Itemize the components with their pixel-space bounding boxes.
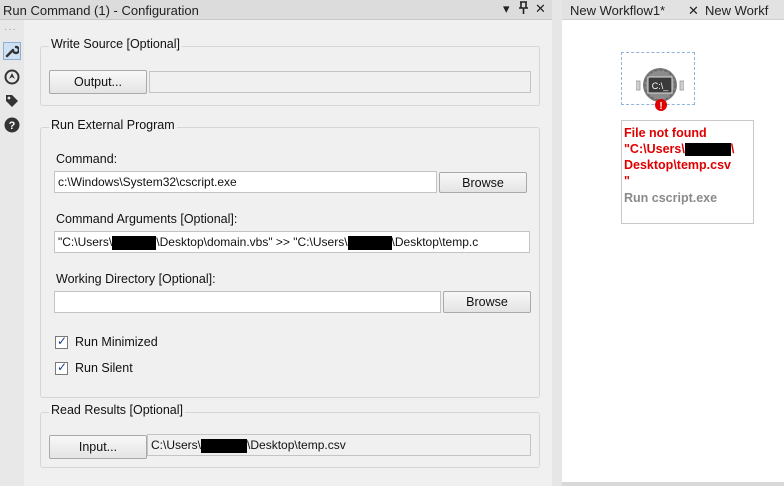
pin-icon[interactable] [518,1,529,17]
redaction-block [112,235,157,250]
help-icon[interactable]: ? [3,116,21,134]
strip-grip-icon: ··· [4,24,17,35]
command-browse-button[interactable]: Browse [439,172,527,193]
run-command-tool[interactable]: C:\_ ! [635,67,685,112]
svg-text:?: ? [9,120,16,132]
args-text-2: \Desktop\domain.vbs" >> "C:\Users\ [156,235,348,249]
tool-name-label: Run cscript.exe [624,191,718,205]
run-external-title: Run External Program [49,118,177,132]
error-line-2: "C:\Users\ \ [624,142,735,157]
input-path-field[interactable]: C:\Users\ \Desktop\temp.csv [147,434,531,456]
command-arguments-label: Command Arguments [Optional]: [56,212,238,226]
canvas-scrollbar[interactable] [562,482,784,486]
run-minimized-label[interactable]: Run Minimized [75,335,158,349]
configuration-panel: Run Command (1) - Configuration ▾ ✕ ··· … [0,0,552,486]
workflow-canvas[interactable]: New Workflow1* ✕ New Workf C:\_ ! File n… [562,0,784,486]
tool-annotation-box: File not found "C:\Users\ \ Desktop\temp.… [621,120,754,224]
run-silent-label[interactable]: Run Silent [75,361,133,375]
wrench-icon[interactable] [3,42,21,60]
svg-text:!: ! [659,101,662,111]
tab-new-workflow1[interactable]: New Workflow1* [570,3,665,18]
run-external-group: Run External Program Command: c:\Windows… [40,118,540,398]
command-label: Command: [56,152,118,166]
tag-icon[interactable] [3,92,21,110]
input-path-text-1: C:\Users\ [151,438,202,452]
panel-titlebar: Run Command (1) - Configuration ▾ ✕ [0,0,552,20]
working-directory-browse-button[interactable]: Browse [443,291,531,313]
redaction-block [347,235,392,250]
args-text-1: "C:\Users\ [58,235,113,249]
write-source-title: Write Source [Optional] [49,37,182,51]
config-icon-strip: ··· ? [0,20,24,486]
close-panel-icon[interactable]: ✕ [535,1,546,17]
command-field[interactable]: c:\Windows\System32\cscript.exe [54,171,437,193]
close-tab-icon[interactable]: ✕ [688,3,699,19]
input-path-text-2: \Desktop\temp.csv [247,438,346,452]
working-directory-field[interactable] [54,291,441,313]
workflow-tab-bar: New Workflow1* ✕ New Workf [562,0,784,20]
run-minimized-checkbox[interactable] [55,334,68,349]
panel-title: Run Command (1) - Configuration [3,3,199,18]
output-path-field[interactable] [149,71,531,93]
panel-dropdown-icon[interactable]: ▾ [503,1,510,17]
input-button[interactable]: Input... [49,435,147,459]
navigate-icon[interactable] [3,68,21,86]
args-text-3: \Desktop\temp.c [391,235,479,249]
console-icon: C:\_ [652,81,670,91]
panel-splitter[interactable] [552,0,562,486]
redaction-block [201,438,248,453]
read-results-title: Read Results [Optional] [49,403,186,417]
tab-new-workflow[interactable]: New Workf [705,3,768,18]
output-button[interactable]: Output... [49,70,147,94]
run-silent-checkbox[interactable] [55,360,68,375]
error-line-1: File not found [624,126,707,140]
read-results-group: Read Results [Optional] Input... C:\User… [40,403,540,468]
error-line-4: " [624,174,630,188]
working-directory-label: Working Directory [Optional]: [56,272,216,286]
write-source-group: Write Source [Optional] Output... [40,37,540,106]
command-arguments-field[interactable]: "C:\Users\ \Desktop\domain.vbs" >> "C:\Us… [54,231,530,253]
error-line-3: Desktop\temp.csv [624,158,731,172]
redaction-block [684,143,731,157]
